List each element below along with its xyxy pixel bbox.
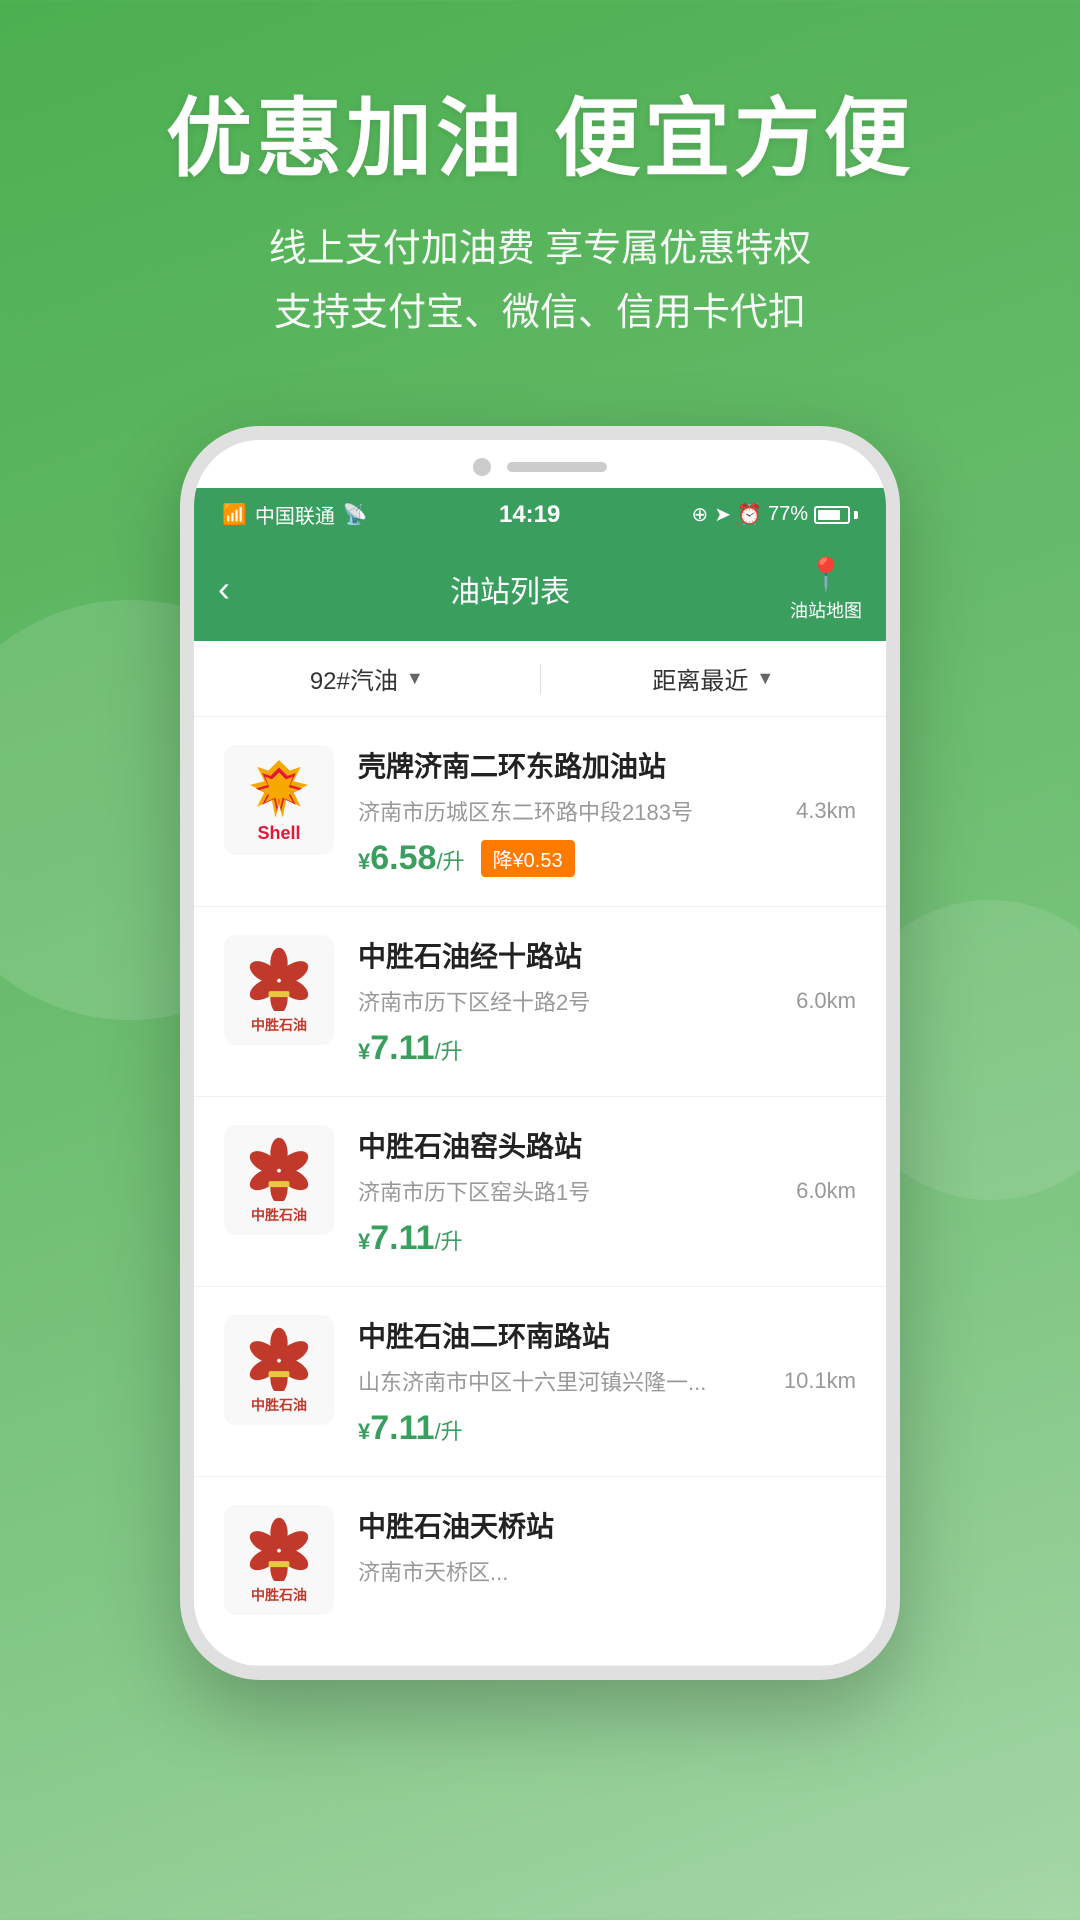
hero-subtitle: 线上支付加油费 享专属优惠特权 支持支付宝、微信、信用卡代扣 bbox=[0, 217, 1080, 346]
zhongsheng-brand-text-4: 中胜石油 bbox=[251, 1585, 307, 1605]
station-address-1: 济南市历下区经十路2号 bbox=[358, 985, 784, 1017]
zhongsheng-svg-icon-4 bbox=[243, 1516, 315, 1581]
station-name-2: 中胜石油窑头路站 bbox=[358, 1125, 856, 1165]
station-info-0: 壳牌济南二环东路加油站 济南市历城区东二环路中段2183号 4.3km ¥6.5… bbox=[358, 745, 856, 878]
station-list: Shell 壳牌济南二环东路加油站 济南市历城区东二环路中段2183号 4.3k… bbox=[194, 717, 886, 1666]
station-price-row-2: ¥7.11/升 bbox=[358, 1219, 856, 1258]
nav-bar: ‹ 油站列表 📍 油站地图 bbox=[194, 537, 886, 641]
station-address-4: 济南市天桥区... bbox=[358, 1555, 856, 1587]
station-price-0: ¥6.58/升 bbox=[358, 839, 465, 878]
station-item-0[interactable]: Shell 壳牌济南二环东路加油站 济南市历城区东二环路中段2183号 4.3k… bbox=[194, 717, 886, 907]
map-button[interactable]: 📍 油站地图 bbox=[790, 555, 862, 623]
status-left: 📶 中国联通 📡 bbox=[222, 500, 368, 529]
station-info-4: 中胜石油天桥站 济南市天桥区... bbox=[358, 1505, 856, 1599]
filter-bar: 92#汽油 ▼ 距离最近 ▼ bbox=[194, 641, 886, 717]
phone-mockup: 📶 中国联通 📡 14:19 ⊕ ➤ ⏰ 77% ‹ 油站列表 bbox=[180, 426, 900, 1680]
hero-section: 优惠加油 便宜方便 线上支付加油费 享专属优惠特权 支持支付宝、微信、信用卡代扣 bbox=[0, 0, 1080, 406]
station-distance-0: 4.3km bbox=[796, 798, 856, 824]
back-button[interactable]: ‹ bbox=[218, 571, 230, 607]
phone-top-bar bbox=[194, 440, 886, 488]
zhongsheng-brand-text-2: 中胜石油 bbox=[251, 1205, 307, 1225]
station-info-2: 中胜石油窑头路站 济南市历下区窑头路1号 6.0km ¥7.11/升 bbox=[358, 1125, 856, 1258]
station-name-4: 中胜石油天桥站 bbox=[358, 1505, 856, 1545]
phone-camera bbox=[473, 458, 491, 476]
station-logo-3: 中胜石油 bbox=[224, 1315, 334, 1425]
fuel-type-label: 92#汽油 bbox=[310, 661, 398, 696]
station-price-2: ¥7.11/升 bbox=[358, 1219, 463, 1258]
zhongsheng-logo-wrapper-3: 中胜石油 bbox=[243, 1326, 315, 1415]
status-bar: 📶 中国联通 📡 14:19 ⊕ ➤ ⏰ 77% bbox=[194, 488, 886, 537]
zhongsheng-svg-icon-1 bbox=[243, 946, 315, 1011]
fuel-type-filter[interactable]: 92#汽油 ▼ bbox=[194, 661, 540, 696]
hero-title: 优惠加油 便宜方便 bbox=[0, 90, 1080, 189]
hero-subtitle-line2: 支持支付宝、微信、信用卡代扣 bbox=[0, 281, 1080, 346]
station-name-0: 壳牌济南二环东路加油站 bbox=[358, 745, 856, 785]
shell-logo-wrapper: Shell bbox=[244, 756, 314, 844]
signal-icon: 📶 bbox=[222, 502, 247, 527]
nav-icon: ➤ bbox=[714, 502, 731, 527]
zhongsheng-logo-wrapper-2: 中胜石油 bbox=[243, 1136, 315, 1225]
battery-icon bbox=[814, 506, 858, 524]
station-name-3: 中胜石油二环南路站 bbox=[358, 1315, 856, 1355]
station-info-1: 中胜石油经十路站 济南市历下区经十路2号 6.0km ¥7.11/升 bbox=[358, 935, 856, 1068]
station-logo-0: Shell bbox=[224, 745, 334, 855]
station-logo-4: 中胜石油 bbox=[224, 1505, 334, 1615]
station-address-2: 济南市历下区窑头路1号 bbox=[358, 1175, 784, 1207]
station-item-1[interactable]: 中胜石油 中胜石油经十路站 济南市历下区经十路2号 6.0km ¥7.11/升 bbox=[194, 907, 886, 1097]
zhongsheng-svg-icon-2 bbox=[243, 1136, 315, 1201]
station-name-1: 中胜石油经十路站 bbox=[358, 935, 856, 975]
station-distance-2: 6.0km bbox=[796, 1178, 856, 1204]
station-address-row-4: 济南市天桥区... bbox=[358, 1555, 856, 1587]
sort-type-arrow: ▼ bbox=[756, 668, 774, 689]
station-item-4[interactable]: 中胜石油 中胜石油天桥站 济南市天桥区... bbox=[194, 1477, 886, 1666]
zhongsheng-svg-icon-3 bbox=[243, 1326, 315, 1391]
zhongsheng-brand-text-3: 中胜石油 bbox=[251, 1395, 307, 1415]
nav-title: 油站列表 bbox=[230, 567, 790, 611]
station-logo-1: 中胜石油 bbox=[224, 935, 334, 1045]
fuel-type-arrow: ▼ bbox=[406, 668, 424, 689]
station-address-row-3: 山东济南市中区十六里河镇兴隆一... 10.1km bbox=[358, 1365, 856, 1397]
zhongsheng-logo-wrapper-4: 中胜石油 bbox=[243, 1516, 315, 1605]
zhongsheng-brand-text-1: 中胜石油 bbox=[251, 1015, 307, 1035]
station-distance-3: 10.1km bbox=[784, 1368, 856, 1394]
station-address-0: 济南市历城区东二环路中段2183号 bbox=[358, 795, 784, 827]
wifi-icon: 📡 bbox=[343, 502, 368, 527]
station-address-row-0: 济南市历城区东二环路中段2183号 4.3km bbox=[358, 795, 856, 827]
map-button-label: 油站地图 bbox=[790, 597, 862, 623]
phone-speaker bbox=[507, 462, 607, 472]
station-address-row-1: 济南市历下区经十路2号 6.0km bbox=[358, 985, 856, 1017]
station-info-3: 中胜石油二环南路站 山东济南市中区十六里河镇兴隆一... 10.1km ¥7.1… bbox=[358, 1315, 856, 1448]
station-logo-2: 中胜石油 bbox=[224, 1125, 334, 1235]
shell-svg-icon bbox=[244, 756, 314, 821]
status-time: 14:19 bbox=[499, 501, 560, 529]
alarm-icon: ⏰ bbox=[737, 502, 762, 527]
station-discount-0: 降¥0.53 bbox=[481, 840, 575, 877]
shell-brand-text: Shell bbox=[257, 823, 300, 844]
zhongsheng-logo-wrapper-1: 中胜石油 bbox=[243, 946, 315, 1035]
station-price-row-0: ¥6.58/升 降¥0.53 bbox=[358, 839, 856, 878]
sort-type-filter[interactable]: 距离最近 ▼ bbox=[541, 661, 887, 696]
station-price-1: ¥7.11/升 bbox=[358, 1029, 463, 1068]
station-distance-1: 6.0km bbox=[796, 988, 856, 1014]
station-price-row-3: ¥7.11/升 bbox=[358, 1409, 856, 1448]
carrier-name: 中国联通 bbox=[255, 500, 335, 529]
battery-percent: 77% bbox=[768, 503, 808, 526]
hero-subtitle-line1: 线上支付加油费 享专属优惠特权 bbox=[0, 217, 1080, 282]
status-right: ⊕ ➤ ⏰ 77% bbox=[692, 502, 858, 527]
map-icon: 📍 bbox=[806, 555, 846, 593]
station-item-2[interactable]: 中胜石油 中胜石油窑头路站 济南市历下区窑头路1号 6.0km ¥7.11/升 bbox=[194, 1097, 886, 1287]
location-icon: ⊕ bbox=[692, 502, 709, 527]
station-price-3: ¥7.11/升 bbox=[358, 1409, 463, 1448]
station-address-3: 山东济南市中区十六里河镇兴隆一... bbox=[358, 1365, 772, 1397]
sort-type-label: 距离最近 bbox=[652, 661, 748, 696]
station-item-3[interactable]: 中胜石油 中胜石油二环南路站 山东济南市中区十六里河镇兴隆一... 10.1km… bbox=[194, 1287, 886, 1477]
station-price-row-1: ¥7.11/升 bbox=[358, 1029, 856, 1068]
station-address-row-2: 济南市历下区窑头路1号 6.0km bbox=[358, 1175, 856, 1207]
